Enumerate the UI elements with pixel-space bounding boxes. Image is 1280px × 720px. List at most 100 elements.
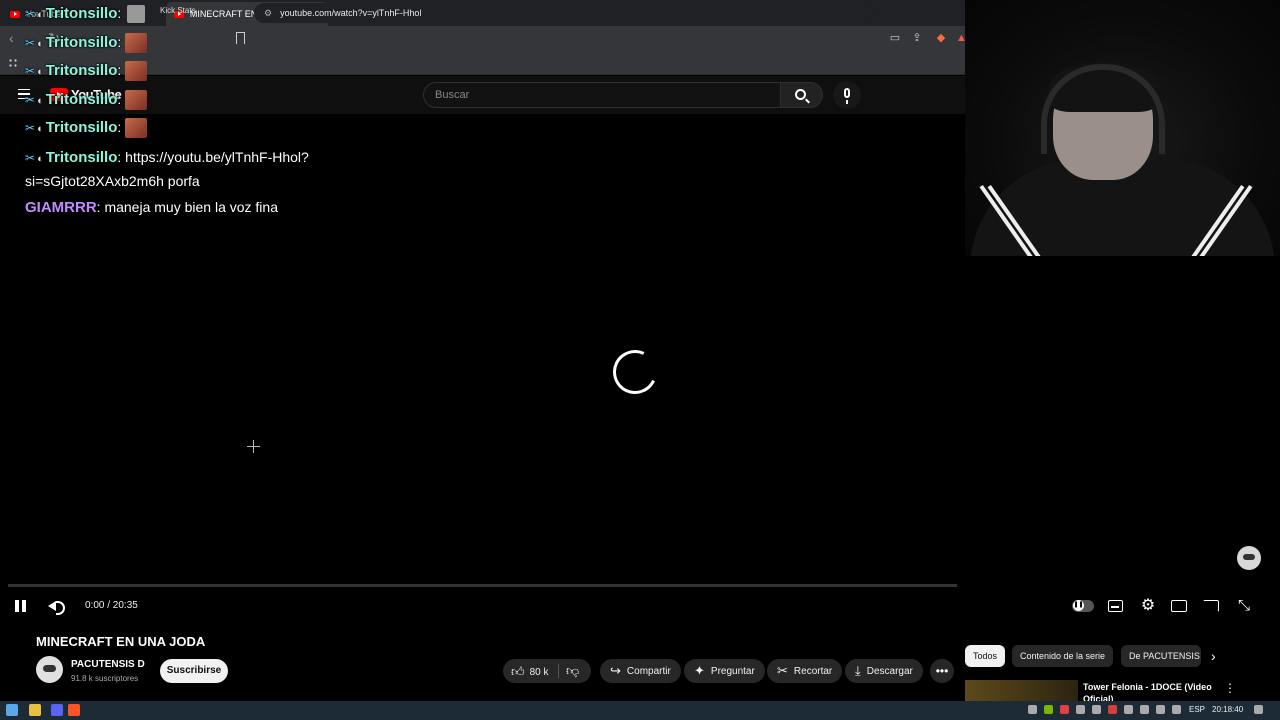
chip-all[interactable]: Todos: [965, 645, 1006, 667]
chevron-right-icon[interactable]: ›: [1211, 648, 1216, 664]
cast-icon[interactable]: [1203, 600, 1219, 612]
tray-icon[interactable]: [1108, 705, 1117, 714]
download-icon: ⤓: [855, 663, 861, 678]
subscribe-button[interactable]: Suscribirse: [160, 659, 228, 683]
search-input[interactable]: [424, 83, 780, 107]
network-icon[interactable]: [1140, 705, 1149, 714]
chat-username: Tritonsillo: [45, 148, 118, 166]
chat-message: GIAMRRR: maneja muy bien la voz fina: [25, 194, 315, 222]
subscriber-count: 91.8 k suscriptores: [71, 674, 139, 683]
discord-icon[interactable]: [51, 704, 63, 716]
channel-name[interactable]: PACUTENSIS D: [71, 659, 145, 670]
sword-badge-icon: ✂: [25, 150, 36, 165]
voice-search-button[interactable]: [833, 81, 861, 109]
chat-username: Tritonsillo: [45, 119, 118, 136]
download-label: Descargar: [866, 665, 913, 677]
channel-watermark-icon[interactable]: [1237, 546, 1261, 570]
url-field[interactable]: ⚙ youtube.com/watch?v=ylTnhF-Hhol: [254, 3, 874, 23]
sub-badge-icon: ◐: [37, 152, 44, 165]
thumbs-down-icon[interactable]: 👎︎: [566, 663, 579, 679]
nvidia-icon[interactable]: [1044, 705, 1053, 714]
windows-start-icon[interactable]: [6, 704, 18, 716]
apps-grid-icon[interactable]: [8, 58, 18, 68]
chat-text: :: [117, 33, 122, 50]
share-arrow-icon: ↪: [610, 663, 621, 678]
emote-icon: [125, 61, 148, 82]
sword-badge-icon: ✂: [25, 7, 36, 21]
channel-avatar[interactable]: [36, 656, 63, 683]
more-actions-icon[interactable]: •••: [930, 659, 954, 683]
theater-mode-icon[interactable]: [1171, 600, 1187, 612]
recommendation-thumbnail[interactable]: [965, 680, 1078, 702]
scissors-icon: ✂: [777, 663, 788, 678]
volume-icon[interactable]: [48, 599, 66, 615]
taskbar-clock[interactable]: 20:18:40: [1212, 705, 1243, 714]
vertical-dots-icon[interactable]: ⋮: [1224, 681, 1236, 695]
clip-label: Recortar: [793, 665, 833, 677]
brave-shield-icon[interactable]: ◆: [934, 32, 948, 44]
install-app-icon[interactable]: ▭: [888, 32, 902, 44]
sword-badge-icon: ✂: [25, 121, 36, 135]
search-icon: [795, 89, 806, 100]
chat-username: Tritonsillo: [45, 33, 118, 51]
microphone-icon: [844, 88, 850, 104]
emote-icon: [125, 32, 148, 53]
sparkle-icon: ✦: [694, 663, 705, 678]
chat-message: ✂ ◐ Tritonsillo:: [25, 29, 315, 58]
usb-icon[interactable]: [1124, 705, 1133, 714]
tray-icon[interactable]: [1028, 705, 1037, 714]
clip-button[interactable]: ✂ Recortar: [767, 659, 843, 683]
tray-icon[interactable]: [1060, 705, 1069, 714]
sword-badge-icon: ✂: [25, 92, 36, 107]
youtube-favicon-icon: [10, 10, 20, 18]
tray-icon[interactable]: [1092, 705, 1101, 714]
autoplay-toggle[interactable]: [1072, 600, 1094, 612]
sub-badge-icon: ◐: [37, 94, 44, 107]
tray-icon[interactable]: [1076, 705, 1085, 714]
volume-tray-icon[interactable]: [1156, 705, 1165, 714]
chat-message: ✂ ◐ Tritonsillo:: [25, 57, 315, 86]
chat-text: :: [117, 5, 122, 21]
fullscreen-icon[interactable]: ⤡: [1235, 598, 1253, 614]
chat-username: Tritonsillo: [45, 62, 118, 79]
sub-badge-icon: ◐: [37, 123, 44, 135]
loading-spinner-icon: [606, 343, 664, 401]
brave-rewards-icon[interactable]: ▲: [956, 32, 967, 44]
download-button[interactable]: ⤓ Descargar: [845, 659, 923, 683]
chat-message: ✂ ◐ Tritonsillo:: [25, 0, 315, 29]
webcam-overlay: [965, 0, 1280, 256]
chat-username: Tritonsillo: [45, 90, 118, 108]
emote-icon: [125, 89, 148, 110]
tray-icon[interactable]: [1172, 705, 1181, 714]
like-count: 80 k: [529, 666, 549, 678]
notifications-icon[interactable]: [1254, 705, 1263, 714]
brave-browser-icon[interactable]: [68, 704, 80, 716]
settings-gear-icon[interactable]: ⚙: [1139, 598, 1157, 614]
windows-taskbar: [0, 701, 1280, 720]
sword-badge-icon: ✂: [25, 35, 36, 50]
chat-message: ✂ ◐ Tritonsillo: https://youtu.be/ylTnhF-H…: [25, 146, 315, 192]
divider: [558, 664, 559, 678]
emote-icon: [127, 5, 146, 24]
chip-channel[interactable]: De PACUTENSIS: [1121, 645, 1201, 667]
back-icon[interactable]: ‹: [9, 30, 14, 46]
video-progress-bar[interactable]: [8, 584, 957, 587]
subtitles-icon[interactable]: [1108, 600, 1123, 612]
chat-text: :: [117, 62, 122, 78]
emote-icon: [125, 118, 148, 139]
like-button[interactable]: 👍︎ 80 k: [511, 664, 549, 680]
ask-button[interactable]: ✦ Preguntar: [684, 659, 765, 683]
pause-icon[interactable]: [15, 600, 27, 612]
chip-series[interactable]: Contenido de la serie: [1012, 645, 1114, 667]
search-button[interactable]: [781, 82, 823, 108]
share-button[interactable]: ↪ Compartir: [600, 659, 681, 683]
search-box[interactable]: [423, 82, 781, 108]
chat-text: : maneja muy bien la voz fina: [96, 198, 278, 215]
video-title: MINECRAFT EN UNA JODA: [36, 634, 206, 649]
input-language[interactable]: ESP: [1189, 705, 1205, 714]
file-explorer-icon[interactable]: [29, 704, 41, 716]
like-dislike-group: 👍︎ 80 k 👎︎: [503, 659, 591, 683]
chat-message: ✂ ◐ Tritonsillo:: [25, 114, 315, 143]
time-display: 0:00 / 20:35: [85, 600, 138, 611]
share-icon[interactable]: ⇪: [910, 32, 924, 44]
